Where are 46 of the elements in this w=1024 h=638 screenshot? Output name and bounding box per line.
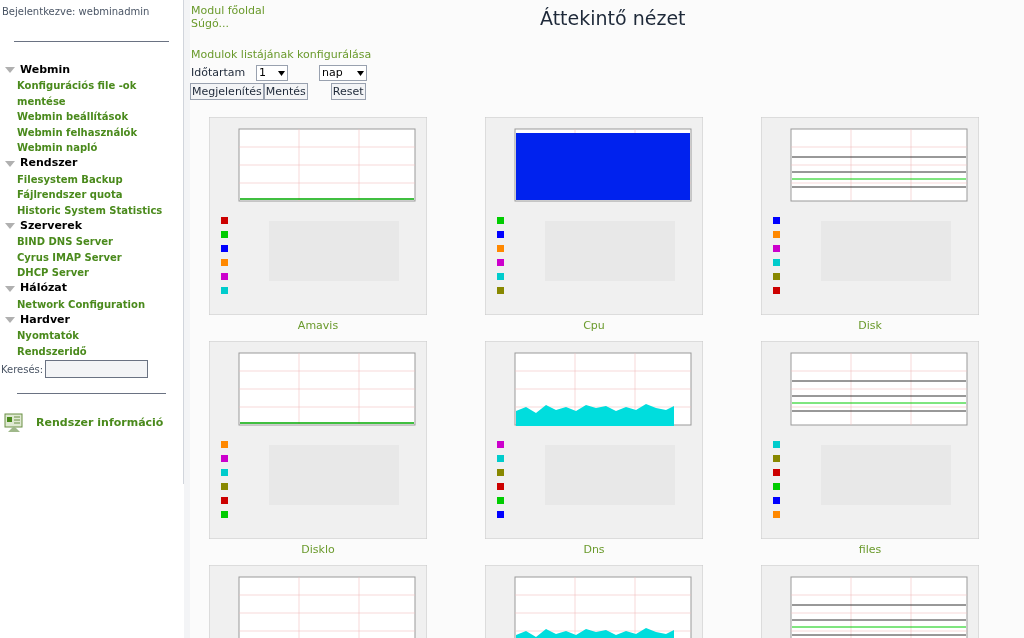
- triangle-icon[interactable]: [5, 223, 15, 229]
- category-heading[interactable]: Rendszer: [20, 155, 78, 172]
- category-heading[interactable]: Webmin: [20, 61, 71, 79]
- page-title: Áttekintő nézet: [539, 6, 686, 31]
- graph-caption[interactable]: Cpu: [583, 317, 605, 334]
- module-link[interactable]: Filesystem Backup: [0, 171, 183, 187]
- category-heading[interactable]: Hardver: [20, 311, 70, 329]
- search-field[interactable]: [45, 360, 149, 378]
- triangle-icon[interactable]: [5, 67, 15, 73]
- module-link[interactable]: Historic System Statistics: [0, 202, 183, 218]
- module-link[interactable]: Rendszeridő: [0, 343, 183, 359]
- module-link[interactable]: Konfigurációs file -ok mentése: [0, 78, 183, 109]
- module-link[interactable]: Modul főoldal: [191, 4, 400, 17]
- module-link[interactable]: Webmin napló: [0, 140, 183, 156]
- module-link[interactable]: Nyomtatók: [0, 328, 183, 344]
- module-link[interactable]: Súgó...: [191, 17, 400, 30]
- monitor-icon[interactable]: [4, 412, 24, 434]
- graph-caption[interactable]: Amavis: [297, 317, 339, 334]
- category-heading[interactable]: Hálózat: [20, 280, 68, 297]
- graph-caption[interactable]: Dns: [583, 541, 605, 558]
- module-link[interactable]: Webmin beállítások: [0, 109, 183, 125]
- config-link[interactable]: Modulok listájának konfigurálása: [190, 46, 1024, 63]
- triangle-icon[interactable]: [5, 160, 15, 167]
- triangle-icon[interactable]: [5, 317, 15, 323]
- module-link[interactable]: DHCP Server: [0, 265, 183, 281]
- caret-icon: [357, 70, 364, 76]
- login-text: Bejelentkezve: webminadmin: [1, 5, 151, 19]
- module-link[interactable]: Network Configuration: [0, 296, 183, 312]
- form-button[interactable]: Mentés: [263, 82, 308, 100]
- graph-caption[interactable]: Disklo: [301, 541, 335, 558]
- module-link[interactable]: BIND DNS Server: [0, 234, 183, 250]
- module-link[interactable]: Fájlrendszer quota: [0, 187, 183, 203]
- triangle-icon[interactable]: [5, 285, 15, 292]
- period-label: Időtartam: [190, 65, 247, 81]
- unit-dropdown[interactable]: nap: [319, 65, 367, 82]
- reset-button[interactable]: Reset: [330, 82, 366, 100]
- system-info-link[interactable]: Rendszer információ: [36, 414, 164, 432]
- graph-caption[interactable]: Disk: [858, 317, 882, 334]
- form-button[interactable]: Megjelenítés: [190, 82, 264, 100]
- category-heading[interactable]: Szerverek: [20, 217, 83, 235]
- period-dropdown[interactable]: 1: [256, 65, 288, 82]
- graph-caption[interactable]: files: [858, 541, 882, 558]
- search-label: Keresés:: [0, 362, 44, 377]
- module-link[interactable]: Cyrus IMAP Server: [0, 249, 183, 265]
- module-link[interactable]: Webmin felhasználók: [0, 124, 183, 140]
- caret-icon: [278, 70, 285, 76]
